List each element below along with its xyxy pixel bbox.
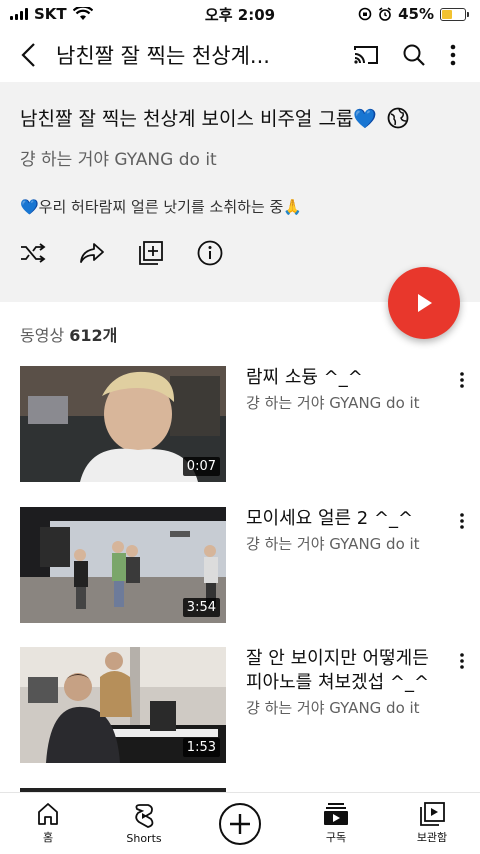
playlist-add-icon: [139, 241, 163, 265]
video-menu-button[interactable]: [454, 653, 470, 677]
search-icon: [403, 44, 425, 66]
battery-percent: 45%: [398, 5, 434, 23]
save-playlist-button[interactable]: [138, 240, 164, 266]
video-duration: 3:54: [182, 598, 220, 617]
shuffle-icon: [21, 243, 46, 263]
video-count-label: 동영상: [20, 326, 65, 345]
video-menu-button[interactable]: [454, 513, 470, 537]
nav-subscriptions[interactable]: 구독: [288, 793, 384, 854]
play-all-button[interactable]: [388, 267, 460, 339]
more-options-button[interactable]: [450, 44, 456, 66]
more-vert-icon: [450, 44, 456, 66]
info-button[interactable]: [197, 240, 223, 266]
more-vert-icon: [460, 372, 464, 388]
video-duration: 0:07: [182, 457, 220, 476]
more-vert-icon: [460, 653, 464, 669]
share-icon: [80, 243, 104, 263]
video-duration: 1:53: [182, 738, 220, 757]
back-button[interactable]: [0, 28, 56, 82]
nav-home[interactable]: 홈: [0, 793, 96, 854]
video-count: 동영상 612개: [20, 322, 117, 346]
shorts-icon: [135, 803, 154, 828]
alarm-icon: [379, 7, 392, 21]
top-bar: 남친짤 잘 찍는 천상계...: [0, 28, 480, 82]
signal-icon: [10, 8, 28, 20]
bottom-nav: 홈 Shorts 구독 보관함: [0, 792, 480, 854]
video-thumbnail[interactable]: 1:53: [20, 647, 226, 763]
video-title[interactable]: 잘 안 보이지만 어떻게든 피아노를 쳐보겠섭 ^_^: [246, 647, 436, 695]
home-icon: [38, 803, 58, 825]
rotation-lock-icon: [358, 7, 372, 21]
info-icon: [197, 240, 223, 266]
playlist-channel[interactable]: 걍 하는 거야 GYANG do it: [20, 145, 460, 170]
video-thumbnail[interactable]: 0:07: [20, 366, 226, 482]
video-menu-button[interactable]: [454, 372, 470, 396]
create-icon: [219, 802, 261, 845]
back-arrow-icon: [21, 43, 35, 67]
nav-home-label: 홈: [42, 831, 54, 844]
search-button[interactable]: [402, 43, 426, 67]
video-thumbnail[interactable]: 3:54: [20, 507, 226, 623]
video-item[interactable]: 1:53 잘 안 보이지만 어떻게든 피아노를 쳐보겠섭 ^_^ 걍 하는 거야…: [20, 647, 470, 765]
playlist-title: 남친짤 잘 찍는 천상계 보이스 비주얼 그룹💙: [20, 108, 378, 130]
play-icon: [418, 294, 432, 312]
cast-button[interactable]: [354, 45, 378, 65]
clock: 오후 2:09: [204, 5, 276, 24]
public-globe-icon: [387, 107, 409, 128]
video-title[interactable]: 모이세요 얼른 2 ^_^: [246, 507, 436, 531]
library-icon: [420, 802, 445, 826]
video-channel: 걍 하는 거야 GYANG do it: [246, 394, 420, 412]
cast-icon: [354, 46, 378, 64]
nav-library-label: 보관함: [416, 831, 448, 844]
subscriptions-icon: [324, 803, 348, 825]
carrier: SKT: [34, 5, 67, 23]
nav-shorts-label: Shorts: [126, 831, 162, 845]
video-channel: 걍 하는 거야 GYANG do it: [246, 535, 420, 553]
video-item[interactable]: 0:07 람찌 소듕 ^_^ 걍 하는 거야 GYANG do it: [20, 366, 470, 484]
playlist-header: 남친짤 잘 찍는 천상계 보이스 비주얼 그룹💙 걍 하는 거야 GYANG d…: [0, 82, 480, 302]
video-count-value: 612개: [69, 326, 118, 345]
share-button[interactable]: [79, 240, 105, 266]
playlist-description: 💙우리 허타람찌 얼른 낫기를 소취하는 중🙏: [20, 198, 302, 216]
nav-create[interactable]: [192, 793, 288, 854]
shuffle-button[interactable]: [20, 240, 46, 266]
nav-library[interactable]: 보관함: [384, 793, 480, 854]
video-channel: 걍 하는 거야 GYANG do it: [246, 699, 420, 717]
status-bar: SKT 오후 2:09 45%: [0, 0, 480, 28]
wifi-icon: [72, 7, 93, 20]
video-item[interactable]: 3:54 모이세요 얼른 2 ^_^ 걍 하는 거야 GYANG do it: [20, 507, 470, 625]
battery-icon: [440, 7, 469, 21]
nav-shorts[interactable]: Shorts: [96, 793, 192, 854]
more-vert-icon: [460, 513, 464, 529]
video-title[interactable]: 람찌 소듕 ^_^: [246, 366, 436, 390]
nav-subscriptions-label: 구독: [325, 831, 347, 844]
page-title: 남친짤 잘 찍는 천상계...: [56, 44, 270, 68]
